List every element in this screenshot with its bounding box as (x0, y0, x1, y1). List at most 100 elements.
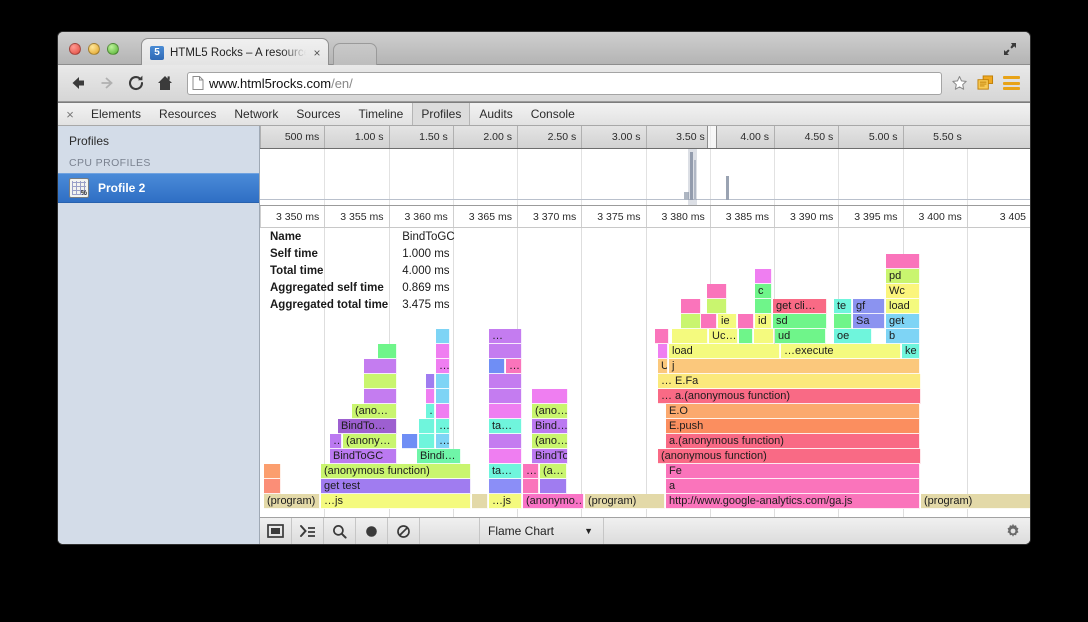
home-icon[interactable] (155, 73, 175, 93)
flame-frame[interactable] (489, 374, 522, 389)
flame-frame[interactable] (655, 329, 669, 344)
close-window-button[interactable] (69, 43, 81, 55)
flame-frame[interactable]: ie (718, 314, 737, 329)
flame-frame[interactable] (540, 479, 567, 494)
tab-sources[interactable]: Sources (287, 103, 349, 125)
flame-frame[interactable]: (ano… (352, 404, 397, 419)
flame-frame[interactable]: gf (853, 299, 885, 314)
flame-frame[interactable] (489, 389, 522, 404)
flame-frame[interactable]: …js (489, 494, 522, 509)
flame-frame[interactable]: a.(anonymous function) (666, 434, 920, 449)
flame-frame[interactable] (834, 314, 852, 329)
view-mode-select[interactable]: Flame Chart ▼ (480, 518, 604, 544)
console-drawer-icon[interactable] (292, 518, 324, 544)
flame-frame[interactable]: oe (834, 329, 872, 344)
flame-frame[interactable] (489, 359, 505, 374)
flame-frame[interactable]: get (886, 314, 920, 329)
flame-frame[interactable]: b (886, 329, 920, 344)
flame-frame[interactable]: BindTo… (532, 449, 568, 464)
flame-frame[interactable] (378, 344, 397, 359)
flame-frame[interactable] (754, 329, 774, 344)
overview-selection-window[interactable] (688, 149, 697, 205)
flame-frame[interactable]: ta… (489, 464, 522, 479)
flame-frame[interactable]: … (506, 359, 522, 374)
flame-frame[interactable] (264, 479, 281, 494)
address-bar[interactable]: www.html5rocks.com/en/ (187, 72, 942, 95)
tab-close-icon[interactable]: × (312, 46, 322, 60)
flame-frame[interactable] (681, 299, 701, 314)
dock-panel-icon[interactable] (260, 518, 292, 544)
flame-frame[interactable]: get test (321, 479, 471, 494)
flame-frame[interactable]: … (436, 419, 450, 434)
flame-frame[interactable]: BindToGC (330, 449, 397, 464)
flame-frame[interactable]: (program) (264, 494, 320, 509)
flame-frame[interactable]: (anonymous function) (321, 464, 471, 479)
flame-frame[interactable] (489, 479, 522, 494)
flame-frame[interactable]: … (330, 434, 342, 449)
flame-frame[interactable] (419, 419, 435, 434)
flame-frame[interactable]: BindTo… (338, 419, 397, 434)
flame-frame[interactable]: … (489, 329, 522, 344)
flame-frame[interactable] (489, 344, 522, 359)
flame-frame[interactable]: load (886, 299, 920, 314)
zoom-window-button[interactable] (107, 43, 119, 55)
flame-frame[interactable] (436, 344, 450, 359)
flame-frame[interactable]: … E.Fa (658, 374, 921, 389)
flame-frame[interactable] (658, 344, 668, 359)
flame-frame[interactable]: (anonymo… (523, 494, 584, 509)
new-tab-button[interactable] (333, 43, 377, 65)
devtools-close-icon[interactable]: × (58, 103, 82, 125)
star-icon[interactable] (951, 75, 968, 92)
flame-frame[interactable]: (program) (585, 494, 665, 509)
flame-frame[interactable]: … (426, 404, 435, 419)
flame-frame[interactable]: Sa (853, 314, 885, 329)
flame-frame[interactable] (264, 464, 281, 479)
flame-frame[interactable] (739, 329, 753, 344)
flame-frame[interactable]: (ano… (532, 404, 568, 419)
flame-frame[interactable] (426, 374, 435, 389)
flame-frame[interactable] (707, 284, 727, 299)
flame-frame[interactable]: E.push (666, 419, 920, 434)
tab-network[interactable]: Network (225, 103, 287, 125)
flame-frame[interactable] (755, 269, 772, 284)
flame-frame[interactable] (364, 374, 397, 389)
flame-frame[interactable]: … (436, 434, 450, 449)
flame-frame[interactable]: j (669, 359, 920, 374)
overview-selection-marker[interactable] (707, 126, 717, 148)
flame-frame[interactable] (672, 329, 708, 344)
flame-frame[interactable]: …execute (781, 344, 901, 359)
flame-frame[interactable]: … a.(anonymous function) (658, 389, 921, 404)
flame-frame[interactable]: http://www.google-analytics.com/ga.js (666, 494, 920, 509)
back-arrow-icon[interactable] (68, 73, 88, 93)
flame-frame[interactable]: E.O (666, 404, 920, 419)
flame-frame[interactable]: U (658, 359, 668, 374)
flame-frame[interactable]: pd (886, 269, 920, 284)
tab-timeline[interactable]: Timeline (349, 103, 412, 125)
flame-frame[interactable]: Fe (666, 464, 920, 479)
flame-frame[interactable]: … (523, 464, 539, 479)
flame-frame[interactable] (701, 314, 717, 329)
record-circle-icon[interactable] (356, 518, 388, 544)
extension-icon[interactable] (977, 75, 994, 91)
flame-frame[interactable]: ud (775, 329, 826, 344)
flame-frame[interactable] (419, 434, 435, 449)
flame-frame[interactable]: … (436, 359, 450, 374)
flame-frame[interactable] (489, 449, 522, 464)
flame-frame[interactable]: Uc… (709, 329, 738, 344)
flame-frame[interactable] (738, 314, 754, 329)
flame-frame[interactable]: a (666, 479, 920, 494)
flame-frame[interactable]: …js (321, 494, 471, 509)
flame-frame[interactable] (681, 314, 701, 329)
flame-frame[interactable] (886, 254, 920, 269)
flame-frame[interactable]: (ano… (532, 434, 568, 449)
flame-chart[interactable]: NameBindToGC Self time1.000 ms Total tim… (260, 228, 1030, 517)
reload-icon[interactable] (126, 73, 146, 93)
flame-frame[interactable] (707, 299, 727, 314)
tab-elements[interactable]: Elements (82, 103, 150, 125)
flame-frame[interactable]: (a… (540, 464, 567, 479)
flame-frame[interactable]: (program) (921, 494, 1030, 509)
tab-resources[interactable]: Resources (150, 103, 225, 125)
fullscreen-icon[interactable] (1002, 41, 1018, 57)
flame-frame[interactable] (489, 434, 522, 449)
sidebar-item-profile-2[interactable]: % Profile 2 (58, 173, 259, 203)
